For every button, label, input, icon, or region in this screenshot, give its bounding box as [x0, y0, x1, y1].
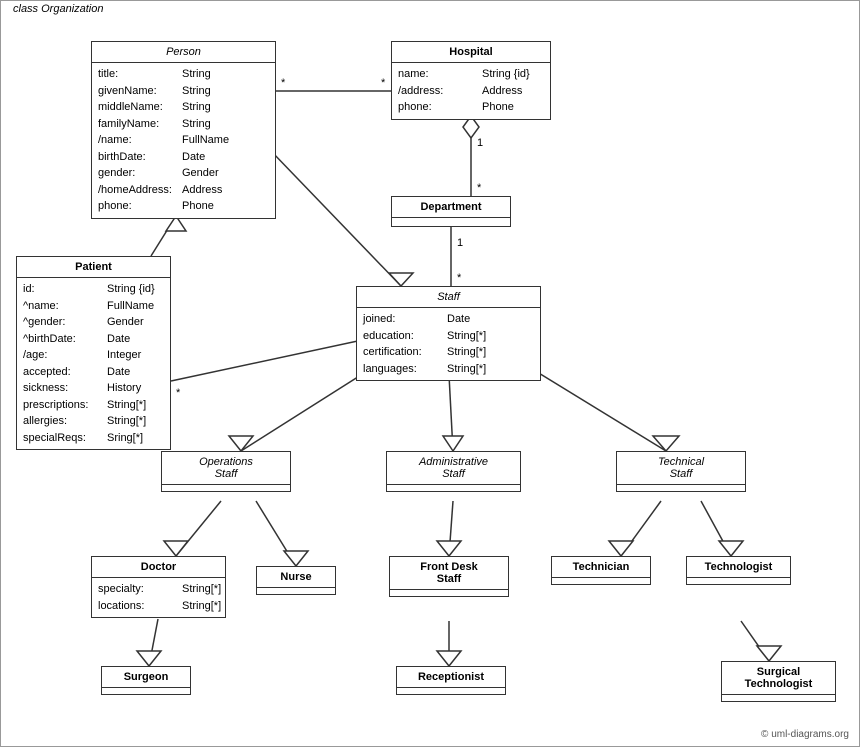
- class-patient-body: id:String {id} ^name:FullName ^gender:Ge…: [17, 278, 170, 449]
- class-administrative-staff: AdministrativeStaff: [386, 451, 521, 492]
- svg-text:1: 1: [457, 237, 463, 249]
- copyright: © uml-diagrams.org: [761, 729, 849, 740]
- class-operations-staff-header: OperationsStaff: [162, 452, 290, 485]
- class-technician: Technician: [551, 556, 651, 585]
- class-department-body: [392, 218, 510, 226]
- class-person: Person title:String givenName:String mid…: [91, 41, 276, 219]
- class-technician-header: Technician: [552, 557, 650, 578]
- class-person-header: Person: [92, 42, 275, 63]
- class-doctor: Doctor specialty:String[*] locations:Str…: [91, 556, 226, 618]
- diagram-title: class Organization: [9, 3, 108, 15]
- class-nurse: Nurse: [256, 566, 336, 595]
- class-staff-body: joined:Date education:String[*] certific…: [357, 308, 540, 380]
- class-surgeon-header: Surgeon: [102, 667, 190, 688]
- class-hospital-body: name:String {id} /address:Address phone:…: [392, 63, 550, 119]
- class-hospital-header: Hospital: [392, 42, 550, 63]
- svg-text:*: *: [281, 77, 286, 89]
- class-patient: Patient id:String {id} ^name:FullName ^g…: [16, 256, 171, 450]
- class-surgical-technologist: SurgicalTechnologist: [721, 661, 836, 702]
- class-administrative-staff-header: AdministrativeStaff: [387, 452, 520, 485]
- class-surgical-technologist-header: SurgicalTechnologist: [722, 662, 835, 695]
- class-staff: Staff joined:Date education:String[*] ce…: [356, 286, 541, 381]
- class-technologist: Technologist: [686, 556, 791, 585]
- svg-text:1: 1: [477, 137, 483, 149]
- class-patient-header: Patient: [17, 257, 170, 278]
- class-staff-header: Staff: [357, 287, 540, 308]
- class-doctor-body: specialty:String[*] locations:String[*]: [92, 578, 225, 617]
- svg-text:*: *: [176, 387, 181, 399]
- class-front-desk-staff-header: Front DeskStaff: [390, 557, 508, 590]
- class-surgeon: Surgeon: [101, 666, 191, 695]
- class-department: Department: [391, 196, 511, 227]
- class-doctor-header: Doctor: [92, 557, 225, 578]
- diagram-container: class Organization * * 1 * 1 * * *: [0, 0, 860, 747]
- class-department-header: Department: [392, 197, 510, 218]
- svg-text:*: *: [457, 272, 462, 284]
- class-receptionist-header: Receptionist: [397, 667, 505, 688]
- class-receptionist: Receptionist: [396, 666, 506, 695]
- class-nurse-header: Nurse: [257, 567, 335, 588]
- class-technical-staff: TechnicalStaff: [616, 451, 746, 492]
- class-front-desk-staff: Front DeskStaff: [389, 556, 509, 597]
- class-technologist-header: Technologist: [687, 557, 790, 578]
- class-technical-staff-header: TechnicalStaff: [617, 452, 745, 485]
- class-person-body: title:String givenName:String middleName…: [92, 63, 275, 218]
- svg-text:*: *: [381, 77, 386, 89]
- svg-text:*: *: [477, 182, 482, 194]
- class-operations-staff: OperationsStaff: [161, 451, 291, 492]
- class-hospital: Hospital name:String {id} /address:Addre…: [391, 41, 551, 120]
